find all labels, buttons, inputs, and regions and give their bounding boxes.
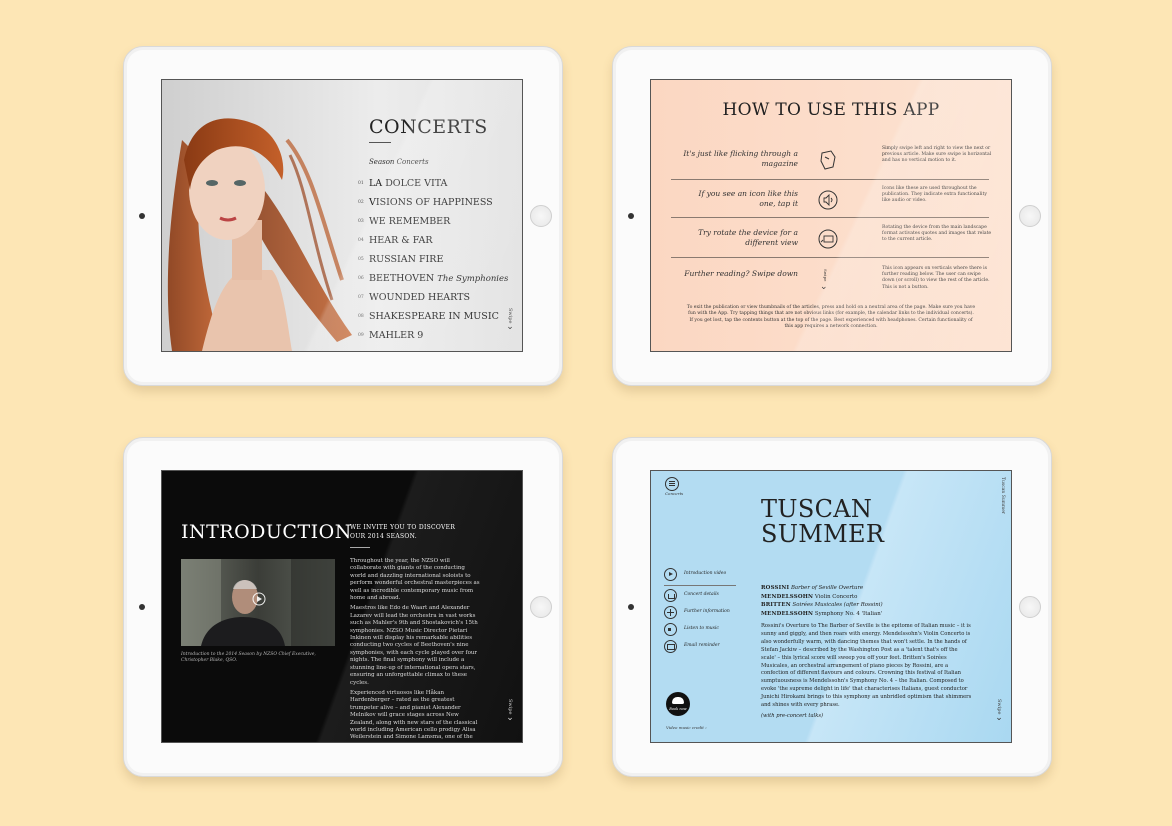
nav-item-email[interactable]: Email reminder — [664, 639, 738, 656]
menu-icon[interactable] — [665, 477, 679, 491]
title-rule — [369, 142, 391, 143]
how-to-screen: HOW TO USE THIS APP It's just like flick… — [650, 79, 1012, 352]
chevron-down-icon: ⌄ — [995, 713, 1003, 723]
ipad-concerts: CONCERTS Season Concerts 01 LA DOLCE VITA… — [123, 46, 563, 386]
speaker-icon — [818, 190, 838, 210]
nav-item-info[interactable]: Further information — [664, 605, 738, 622]
chevron-down-icon: ⌄ — [506, 322, 514, 332]
menu-label: Concerts — [665, 491, 684, 496]
concert-item[interactable]: 02 VISIONS OF HAPPINESS — [358, 197, 508, 216]
program-item: ROSSINI Barber of Seville Overture — [761, 585, 864, 591]
camera — [628, 604, 634, 610]
play-icon — [664, 568, 677, 581]
nav-item-listen[interactable]: Listen to music — [664, 622, 738, 639]
how-to-row: Try rotate the device for a different vi… — [671, 220, 991, 259]
concert-item[interactable]: 08 SHAKESPEARE IN MUSIC — [358, 311, 508, 330]
nav-item-video[interactable]: Introduction video — [664, 567, 738, 584]
home-button[interactable] — [530, 596, 552, 618]
intro-video[interactable] — [181, 559, 335, 646]
concert-item[interactable]: 03 WE REMEMBER — [358, 216, 508, 235]
concert-list: 01 LA DOLCE VITA 02 VISIONS OF HAPPINESS 0… — [358, 178, 508, 349]
home-button[interactable] — [1019, 205, 1041, 227]
rotate-icon — [818, 229, 838, 249]
introduction-screen: INTRODUCTION WE INVITE YOU TO DISCOVER O… — [161, 470, 523, 743]
tuscan-title: TUSCAN SUMMER — [761, 495, 885, 548]
how-to-row: If you see an icon like this one, tap it… — [671, 181, 989, 220]
concert-item[interactable]: 07 WOUNDED HEARTS — [358, 292, 508, 311]
concert-item[interactable]: 09 MAHLER 9 — [358, 330, 508, 349]
chevron-down-icon: ⌄ — [820, 282, 828, 292]
concert-item[interactable]: 01 LA DOLCE VITA — [358, 178, 508, 197]
portrait-image — [167, 118, 352, 351]
row-divider — [671, 257, 989, 258]
introduction-title: INTRODUCTION — [181, 521, 352, 543]
tuscan-body: Rossini's Overture to The Barber of Sevi… — [761, 623, 972, 719]
chevron-down-icon: ⌄ — [506, 713, 514, 723]
how-to-footer: To exit the publication or view thumbnai… — [686, 305, 976, 330]
home-icon — [664, 589, 677, 602]
ipad-how-to-use: HOW TO USE THIS APP It's just like flick… — [612, 46, 1052, 386]
how-to-row: It's just like flicking through a magazi… — [671, 141, 991, 180]
heading-rule — [350, 547, 370, 548]
camera — [139, 604, 145, 610]
program-item: MENDELSSOHN Symphony No. 4 'Italian' — [761, 610, 883, 617]
audio-icon — [664, 623, 677, 636]
mail-icon — [664, 640, 677, 653]
program-item: BRITTEN Soirées Musicales (after Rossini… — [761, 602, 883, 609]
how-to-title: HOW TO USE THIS APP — [722, 100, 940, 120]
program-list: ROSSINI Barber of Seville Overture MENDE… — [761, 584, 883, 618]
video-caption: Introduction to the 2014 Season by NZSO … — [181, 652, 316, 663]
row-divider — [671, 217, 989, 218]
concerts-screen: CONCERTS Season Concerts 01 LA DOLCE VITA… — [161, 79, 523, 352]
pre-concert-note: (with pre-concert talks) — [761, 712, 824, 719]
section-side-label: Tuscan Summer — [1000, 477, 1005, 515]
swipe-hand-icon — [820, 150, 836, 170]
introduction-body: Throughout the year, the NZSO will colla… — [350, 558, 480, 742]
tuscan-nav: Introduction video Concert details Furth… — [664, 567, 738, 656]
ipad-tuscan-summer: Concerts Tuscan Summer TUSCAN SUMMER Int… — [612, 437, 1052, 777]
concerts-subtitle: Season Concerts — [369, 158, 429, 166]
cloud-icon — [672, 697, 684, 704]
concert-item[interactable]: 05 RUSSIAN FIRE — [358, 254, 508, 273]
book-now-button[interactable]: Book now — [666, 692, 690, 716]
home-button[interactable] — [530, 205, 552, 227]
camera — [628, 213, 634, 219]
video-credit-link[interactable]: Video music credit › — [666, 725, 707, 730]
how-to-row: Further reading? Swipe down Swipe ⌄ This… — [684, 266, 990, 292]
row-divider — [671, 179, 989, 180]
plus-icon — [664, 606, 677, 619]
concert-item[interactable]: 06 BEETHOVEN The Symphonies — [358, 273, 508, 292]
nav-item-details[interactable]: Concert details — [664, 588, 738, 605]
introduction-heading: WE INVITE YOU TO DISCOVER OUR 2014 SEASO… — [350, 524, 456, 540]
home-button[interactable] — [1019, 596, 1041, 618]
concerts-title: CONCERTS — [369, 116, 488, 138]
program-item: MENDELSSOHN Violin Concerto — [761, 593, 858, 600]
ipad-introduction: INTRODUCTION WE INVITE YOU TO DISCOVER O… — [123, 437, 563, 777]
swipe-down-icon: Swipe ⌄ — [820, 269, 828, 292]
camera — [139, 213, 145, 219]
concert-item[interactable]: 04 HEAR & FAR — [358, 235, 508, 254]
nav-divider — [664, 585, 736, 586]
tuscan-screen: Concerts Tuscan Summer TUSCAN SUMMER Int… — [650, 470, 1012, 743]
